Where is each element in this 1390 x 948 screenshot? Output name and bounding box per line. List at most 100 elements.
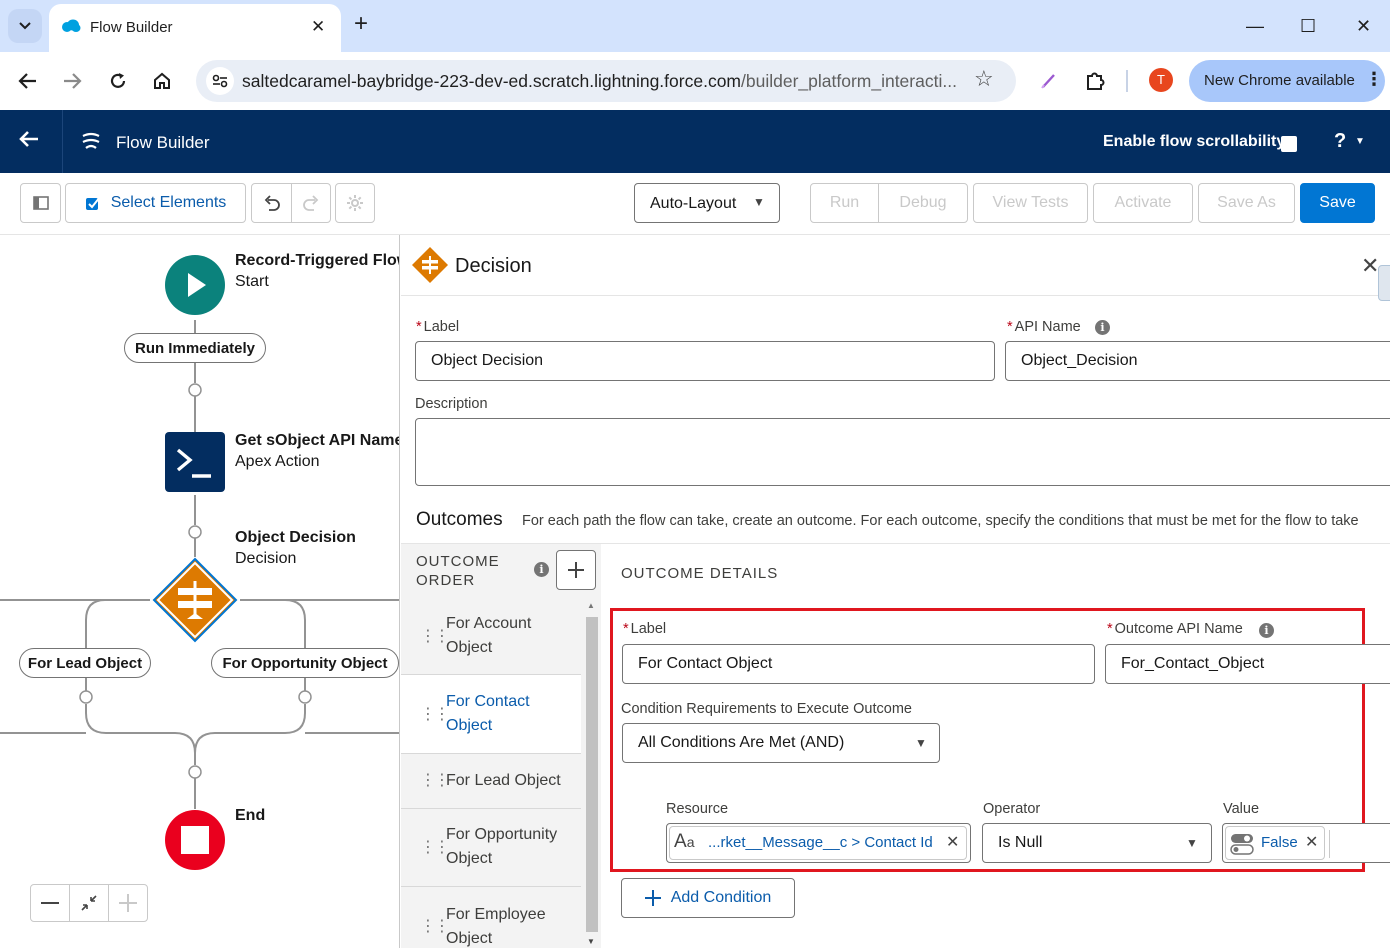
description-textarea[interactable] (415, 418, 1390, 486)
debug-button[interactable]: Debug (878, 183, 968, 223)
tab-close-icon[interactable]: ✕ (311, 17, 325, 37)
view-tests-button[interactable]: View Tests (973, 183, 1088, 223)
fit-view-button[interactable] (69, 884, 109, 922)
new-tab-button[interactable]: + (354, 12, 368, 36)
profile-avatar[interactable]: T (1149, 68, 1173, 92)
label-input[interactable]: Object Decision (415, 341, 995, 381)
chevron-down-icon[interactable]: ▼ (1355, 136, 1365, 147)
extensions-puzzle-icon[interactable] (1080, 66, 1110, 96)
outcome-item-label: For Account Object (446, 615, 532, 656)
remove-pill-icon[interactable]: ✕ (1305, 832, 1318, 852)
outcome-item-label: For Employee Object (446, 906, 546, 947)
flow-canvas[interactable]: Record-Triggered Flow Start Run Immediat… (0, 235, 400, 948)
reload-icon[interactable] (103, 66, 133, 96)
outcome-item-active[interactable]: ⋮⋮ For Contact Object (401, 675, 581, 754)
end-node-title: End (235, 807, 266, 824)
scrollability-label: Enable flow scrollability (1103, 133, 1286, 150)
zoom-in-button[interactable] (108, 884, 148, 922)
branch-pill-opportunity[interactable]: For Opportunity Object (211, 648, 399, 678)
remove-pill-icon[interactable]: ✕ (946, 832, 959, 852)
value-pill[interactable]: False ✕ (1225, 826, 1325, 860)
value-input[interactable]: False ✕ (1222, 823, 1390, 863)
forward-arrow-icon[interactable] (57, 66, 87, 96)
outcome-api-name-input[interactable]: For_Contact_Object (1105, 644, 1390, 684)
site-info-icon[interactable] (206, 67, 234, 95)
info-icon[interactable]: i (1259, 623, 1274, 638)
decision-node-title: Object Decision (235, 529, 356, 546)
panel-expand-tab[interactable] (1378, 265, 1390, 301)
drag-handle-icon[interactable]: ⋮⋮ (420, 770, 450, 790)
condition-requirements-select[interactable]: All Conditions Are Met (AND) ▼ (622, 723, 940, 763)
decision-node-subtitle: Decision (235, 550, 297, 567)
back-arrow-icon[interactable] (13, 66, 43, 96)
plus-icon (644, 890, 661, 906)
toggle-toolbox-button[interactable] (20, 183, 61, 223)
start-node-subtitle: Start (235, 273, 269, 290)
terminal-icon (176, 448, 211, 478)
end-node[interactable] (165, 810, 225, 870)
maximize-icon[interactable]: ☐ (1300, 14, 1316, 38)
select-elements-button[interactable]: Select Elements (65, 183, 246, 223)
add-condition-button[interactable]: Add Condition (621, 878, 795, 918)
apex-action-title: Get sObject API Name (235, 432, 400, 449)
add-outcome-button[interactable] (556, 550, 596, 590)
scrollability-checkbox[interactable] (1281, 136, 1297, 152)
new-chrome-available-button[interactable]: New Chrome available ⋮ (1189, 60, 1385, 102)
select-elements-label: Select Elements (110, 194, 227, 211)
kebab-menu-icon[interactable]: ⋮ (1365, 69, 1383, 90)
zoom-out-button[interactable] (30, 884, 70, 922)
flow-toolbar: Select Elements Auto-Layout ▼ Run Debug … (0, 173, 1390, 235)
tab-search-button[interactable] (8, 9, 42, 43)
undo-icon (264, 195, 280, 211)
browser-tab-strip: Flow Builder ✕ + — ☐ ✕ (0, 0, 1390, 52)
home-icon[interactable] (147, 66, 177, 96)
outcome-order-label: OUTCOME ORDER (416, 553, 500, 589)
outcome-item[interactable]: ⋮⋮ For Account Object (401, 599, 581, 675)
activate-button[interactable]: Activate (1093, 183, 1193, 223)
branch-pill-lead[interactable]: For Lead Object (19, 648, 151, 678)
help-icon[interactable]: ? (1334, 130, 1346, 153)
outcome-item[interactable]: ⋮⋮ For Opportunity Object (401, 809, 581, 887)
extension-pen-icon[interactable] (1034, 66, 1064, 96)
outcome-item[interactable]: ⋮⋮ For Lead Object (401, 754, 581, 809)
outcome-label-input[interactable]: For Contact Object (622, 644, 1095, 684)
drag-handle-icon[interactable]: ⋮⋮ (420, 837, 450, 857)
close-icon[interactable]: ✕ (1361, 253, 1379, 279)
drag-handle-icon[interactable]: ⋮⋮ (420, 916, 450, 936)
decision-properties-panel: Decision ✕ * Label Object Decision * API N… (401, 235, 1390, 948)
operator-select[interactable]: Is Null ▼ (982, 823, 1212, 863)
outcome-item[interactable]: ⋮⋮ For Employee Object (401, 887, 581, 948)
run-immediately-pill[interactable]: Run Immediately (124, 333, 266, 363)
bookmark-star-icon[interactable]: ☆ (974, 66, 994, 92)
address-bar[interactable]: saltedcaramel-baybridge-223-dev-ed.scrat… (196, 60, 1016, 102)
resource-input[interactable]: Aa ...rket__Message__c > Contact Id ✕ (666, 823, 971, 863)
start-node[interactable] (165, 255, 225, 315)
resource-pill[interactable]: Aa ...rket__Message__c > Contact Id ✕ (669, 826, 967, 860)
apex-action-node[interactable] (165, 432, 225, 492)
panel-header: Decision ✕ (401, 235, 1390, 301)
tab-title: Flow Builder (90, 19, 173, 36)
back-arrow-icon[interactable] (18, 129, 40, 154)
save-as-button[interactable]: Save As (1198, 183, 1295, 223)
minimize-icon[interactable]: — (1246, 14, 1264, 38)
drag-handle-icon[interactable]: ⋮⋮ (420, 626, 450, 646)
scroll-down-icon[interactable]: ▼ (587, 937, 595, 946)
scroll-up-icon[interactable]: ▲ (587, 601, 595, 610)
save-button[interactable]: Save (1300, 183, 1375, 223)
layout-mode-select[interactable]: Auto-Layout ▼ (634, 183, 780, 223)
undo-button[interactable] (251, 183, 292, 223)
info-icon[interactable]: i (534, 562, 549, 577)
window-close-icon[interactable]: ✕ (1356, 14, 1371, 38)
info-icon[interactable]: i (1095, 320, 1110, 335)
outcome-api-name-field-text: Outcome API Name (1114, 621, 1243, 637)
flow-settings-button[interactable] (335, 183, 375, 223)
browser-tab[interactable]: Flow Builder ✕ (49, 4, 341, 52)
drag-handle-icon[interactable]: ⋮⋮ (420, 704, 450, 724)
redo-button[interactable] (291, 183, 331, 223)
decision-node[interactable] (152, 557, 238, 643)
run-button[interactable]: Run (810, 183, 879, 223)
api-name-input[interactable]: Object_Decision (1005, 341, 1390, 381)
condition-requirements-label: Condition Requirements to Execute Outcom… (621, 701, 912, 717)
outcome-list-scrollbar[interactable]: ▲ ▼ (583, 601, 600, 948)
scrollbar-thumb[interactable] (586, 617, 598, 932)
